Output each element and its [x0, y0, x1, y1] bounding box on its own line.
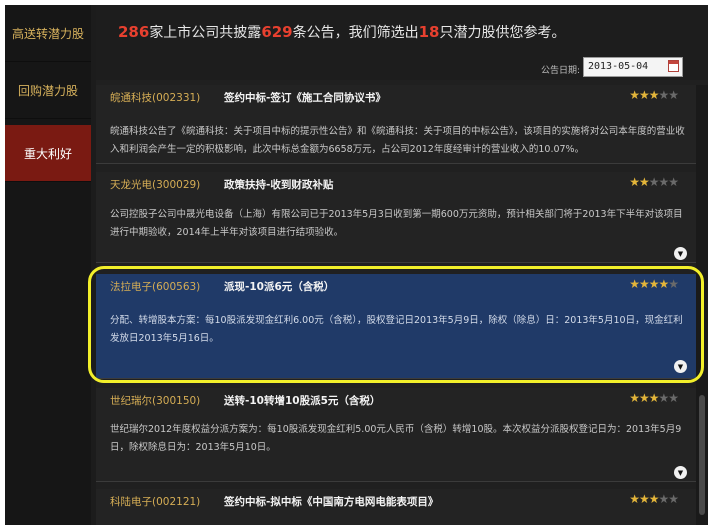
item-description: 世纪瑞尔2012年度权益分派方案为：每10股派发现金红利5.00元人民币（含税）…: [110, 424, 682, 453]
list-item-highlighted[interactable]: 法拉电子(600563) 派现-10派6元（含税） ★★★★★ 分配、转增股本方…: [96, 274, 696, 379]
scrollbar[interactable]: [696, 85, 708, 525]
rating-stars: ★★★★★: [629, 277, 679, 291]
item-description: 皖通科技公告了《皖通科技：关于项目中标的提示性公告》和《皖通科技：关于项目的中标…: [110, 126, 685, 155]
chevron-down-circle-icon[interactable]: ▼: [674, 247, 687, 260]
header: 286家上市公司共披露629条公告，我们筛选出18只潜力股供您参考。 公告日期:…: [96, 5, 708, 80]
company-count: 286: [118, 23, 150, 41]
chevron-down-circle-icon[interactable]: ▼: [674, 360, 687, 373]
headline: 派现-10派6元（含税）: [224, 281, 335, 293]
item-title-row: 法拉电子(600563) 派现-10派6元（含税） ★★★★★: [96, 274, 696, 296]
sidebar-item-buyback[interactable]: 回购潜力股: [5, 62, 91, 119]
company-link[interactable]: 法拉电子(600563): [110, 279, 200, 294]
rating-stars: ★★★★★: [629, 492, 679, 506]
sidebar: 高送转潜力股 回购潜力股 重大利好: [5, 5, 91, 525]
sidebar-item-label: 重大利好: [23, 146, 72, 161]
date-label: 公告日期:: [541, 66, 581, 76]
company-link[interactable]: 皖通科技(002331): [110, 90, 200, 105]
scrollbar-thumb[interactable]: [699, 395, 705, 515]
item-title-row: 世纪瑞尔(300150) 送转-10转增10股派5元（含税） ★★★★★: [96, 388, 696, 410]
company-link[interactable]: 科陆电子(002121): [110, 494, 200, 509]
rating-stars: ★★★★★: [629, 88, 679, 102]
list-item[interactable]: 天龙光电(300029) 政策扶持-收到财政补贴 ★★★★★ 公司控股子公司中晟…: [96, 172, 696, 263]
headline: 政策扶持-收到财政补贴: [224, 179, 334, 191]
list-item[interactable]: 皖通科技(002331) 签约中标-签订《施工合同协议书》 ★★★★★ 皖通科技…: [96, 85, 696, 164]
sidebar-item-high-transfer[interactable]: 高送转潜力股: [5, 5, 91, 62]
item-title-row: 科陆电子(002121) 签约中标-拟中标《中国南方电网电能表项目》 ★★★★★: [96, 489, 696, 511]
company-link[interactable]: 天龙光电(300029): [110, 177, 200, 192]
summary-text: 286家上市公司共披露629条公告，我们筛选出18只潜力股供您参考。: [118, 23, 566, 41]
item-title-row: 皖通科技(002331) 签约中标-签订《施工合同协议书》 ★★★★★: [96, 85, 696, 107]
date-picker[interactable]: 2013-05-04: [583, 57, 683, 77]
headline: 签约中标-签订《施工合同协议书》: [224, 92, 386, 104]
date-value: 2013-05-04: [588, 61, 649, 72]
main-panel: 286家上市公司共披露629条公告，我们筛选出18只潜力股供您参考。 公告日期:…: [96, 5, 708, 525]
sidebar-item-label: 高送转潜力股: [11, 26, 84, 41]
chevron-down-circle-icon[interactable]: ▼: [674, 466, 687, 479]
headline: 签约中标-拟中标《中国南方电网电能表项目》: [224, 496, 439, 508]
item-description: 公司控股子公司中晟光电设备（上海）有限公司已于2013年5月3日收到第一期600…: [110, 209, 683, 238]
calendar-icon[interactable]: [668, 60, 679, 72]
announcement-list: 皖通科技(002331) 签约中标-签订《施工合同协议书》 ★★★★★ 皖通科技…: [96, 85, 696, 525]
headline: 送转-10转增10股派5元（含税）: [224, 395, 381, 407]
company-link[interactable]: 世纪瑞尔(300150): [110, 393, 200, 408]
stock-count: 18: [418, 23, 440, 41]
rating-stars: ★★★★★: [629, 175, 679, 189]
list-item[interactable]: 科陆电子(002121) 签约中标-拟中标《中国南方电网电能表项目》 ★★★★★: [96, 489, 696, 525]
rating-stars: ★★★★★: [629, 391, 679, 405]
sidebar-item-major-good-news[interactable]: 重大利好: [5, 125, 91, 182]
list-item[interactable]: 世纪瑞尔(300150) 送转-10转增10股派5元（含税） ★★★★★ 世纪瑞…: [96, 388, 696, 482]
announcement-count: 629: [261, 23, 293, 41]
item-title-row: 天龙光电(300029) 政策扶持-收到财政补贴 ★★★★★: [96, 172, 696, 194]
item-description: 分配、转增股本方案：每10股派发现金红利6.00元（含税），股权登记日2013年…: [110, 315, 683, 344]
sidebar-item-label: 回购潜力股: [17, 83, 78, 98]
